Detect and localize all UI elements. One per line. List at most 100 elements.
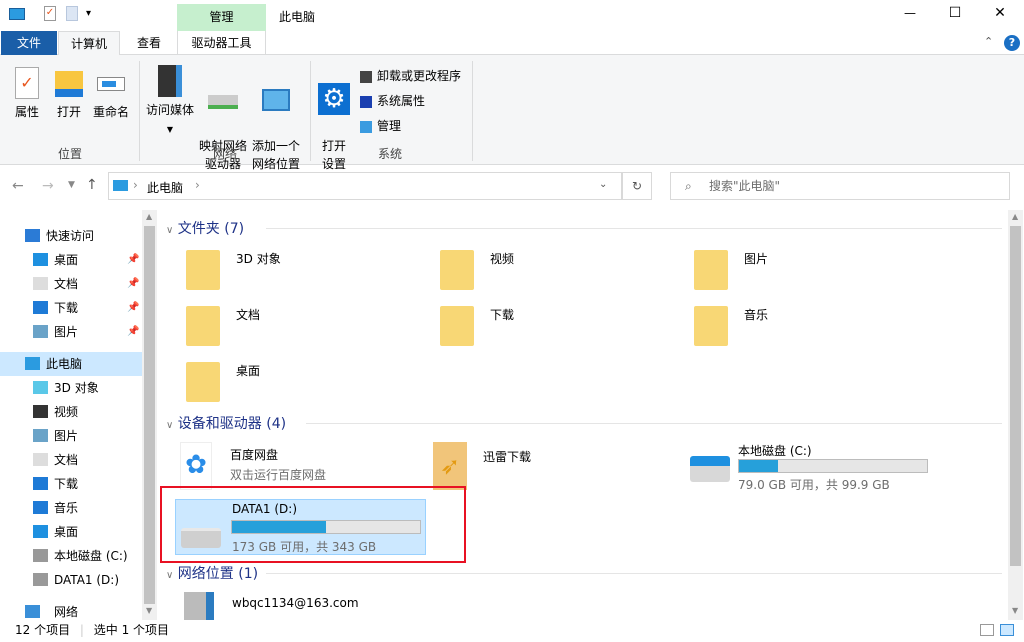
sidebar-item[interactable]: 本地磁盘 (C:)	[0, 544, 142, 568]
folder-item[interactable]: 下载	[440, 302, 680, 352]
scrollbar-thumb[interactable]	[144, 226, 155, 604]
tab-computer[interactable]: 计算机	[58, 31, 120, 56]
up-button[interactable]: ↑	[86, 177, 98, 193]
sidebar-item[interactable]: 桌面 📌	[0, 248, 142, 272]
device-baidu-netdisk[interactable]: ✿ 百度网盘 双击运行百度网盘	[180, 442, 430, 492]
sidebar-scrollbar[interactable]: ▲ ▼	[142, 210, 157, 620]
device-xunlei-download[interactable]: ➶ 迅雷下载	[433, 442, 683, 492]
pin-icon[interactable]: 📌	[127, 296, 139, 320]
sidebar-item-label: 快速访问	[46, 229, 95, 243]
new-folder-quick-icon[interactable]	[66, 6, 78, 21]
recent-locations-button[interactable]: ▼	[68, 180, 75, 190]
help-icon[interactable]: ?	[1004, 35, 1020, 51]
computer-icon	[9, 8, 25, 20]
pin-icon[interactable]: 📌	[127, 248, 139, 272]
network-icon	[25, 605, 40, 618]
status-bar: 12 个项目 | 选中 1 个项目	[0, 620, 1024, 642]
picture-icon	[33, 429, 48, 442]
access-media-button[interactable]: 访问媒体 ▼	[144, 65, 196, 139]
video-icon	[33, 405, 48, 418]
desktop-icon	[33, 525, 48, 538]
folder-item[interactable]: 桌面	[186, 358, 426, 408]
sidebar-item[interactable]: 此电脑	[0, 352, 142, 376]
sidebar-item[interactable]: 下载	[0, 472, 142, 496]
properties-button[interactable]: ✓ 属性	[8, 67, 46, 121]
folder-name: 音乐	[744, 308, 769, 322]
scrollbar-thumb[interactable]	[1010, 226, 1021, 566]
sidebar-item-label: DATA1 (D:)	[54, 573, 120, 587]
open-button[interactable]: 打开	[50, 67, 88, 121]
folder-item[interactable]: 文档	[186, 302, 426, 352]
address-bar[interactable]: › 此电脑 › ⌄	[108, 172, 622, 200]
folder-icon	[694, 250, 728, 290]
large-icons-view-button[interactable]	[1000, 624, 1014, 636]
details-view-button[interactable]	[980, 624, 994, 636]
settings-gear-icon: ⚙	[318, 83, 350, 115]
rename-button[interactable]: 重命名	[90, 67, 132, 121]
sidebar-item[interactable]: 3D 对象	[0, 376, 142, 400]
section-header-network[interactable]: ∨ 网络位置 (1)	[166, 563, 1002, 583]
folder-icon	[440, 250, 474, 290]
highlight-box	[160, 486, 466, 563]
system-properties-button[interactable]: 系统属性	[360, 92, 425, 109]
tab-file[interactable]: 文件	[1, 31, 57, 55]
address-dropdown-icon[interactable]: ⌄	[599, 179, 607, 190]
pin-icon[interactable]: 📌	[127, 320, 139, 344]
folder-item[interactable]: 3D 对象	[186, 246, 426, 296]
folder-name: 3D 对象	[236, 252, 281, 266]
section-header-devices[interactable]: ∨ 设备和驱动器 (4)	[166, 413, 1002, 433]
sidebar-item[interactable]: 文档	[0, 448, 142, 472]
minimize-button[interactable]: —	[895, 6, 925, 20]
folder-item[interactable]: 音乐	[694, 302, 934, 352]
sidebar-item-label: 音乐	[54, 501, 79, 515]
baidu-netdisk-icon: ✿	[180, 442, 212, 490]
properties-quick-icon[interactable]: ✓	[44, 6, 56, 21]
sidebar-item[interactable]: 图片 📌	[0, 320, 142, 344]
sidebar-item[interactable]: 下载 📌	[0, 296, 142, 320]
uninstall-program-button[interactable]: 卸载或更改程序	[360, 67, 461, 84]
picture-icon	[33, 325, 48, 338]
collapse-ribbon-icon[interactable]: ⌃	[984, 35, 993, 48]
section-header-folders[interactable]: ∨ 文件夹 (7)	[166, 218, 1002, 238]
sidebar-item[interactable]: 快速访问	[0, 224, 142, 248]
content-scrollbar[interactable]: ▲ ▼	[1008, 210, 1023, 620]
forward-button[interactable]: →	[42, 178, 54, 194]
manage-icon	[360, 120, 372, 133]
sidebar-item[interactable]: 音乐	[0, 496, 142, 520]
back-button[interactable]: ←	[12, 178, 24, 194]
context-tab-manage[interactable]: 管理	[177, 4, 266, 31]
sidebar-item-label: 图片	[54, 429, 79, 443]
tab-view[interactable]: 查看	[122, 31, 176, 55]
sidebar-item[interactable]: 桌面	[0, 520, 142, 544]
sidebar-item[interactable]: 图片	[0, 424, 142, 448]
breadcrumb-this-pc[interactable]: 此电脑	[147, 179, 183, 196]
drive-c-usage-bar	[738, 459, 928, 473]
drive-c[interactable]: 本地磁盘 (C:) 79.0 GB 可用，共 99.9 GB	[688, 442, 938, 492]
refresh-button[interactable]: ↻	[622, 172, 652, 200]
open-settings-button[interactable]: ⚙ 打开 设置	[316, 65, 352, 173]
add-network-location-button[interactable]: 添加一个 网络位置	[250, 65, 302, 173]
close-button[interactable]: ✕	[985, 5, 1015, 21]
folder-open-icon	[55, 71, 83, 97]
sidebar-item[interactable]: 视频	[0, 400, 142, 424]
window-title: 此电脑	[279, 10, 316, 24]
pin-icon[interactable]: 📌	[127, 272, 139, 296]
customize-toolbar-icon[interactable]: ▾	[86, 8, 91, 19]
sidebar-item[interactable]: 文档 📌	[0, 272, 142, 296]
title-bar: ✓ ▾ 管理 此电脑 — ☐ ✕	[0, 0, 1024, 31]
search-input[interactable]: ⌕ 搜索"此电脑"	[670, 172, 1010, 200]
media-server-icon	[184, 592, 214, 620]
folder-item[interactable]: 图片	[694, 246, 934, 296]
tab-drive-tools[interactable]: 驱动器工具	[177, 31, 266, 55]
maximize-button[interactable]: ☐	[940, 5, 970, 21]
3d-icon	[33, 381, 48, 394]
manage-button[interactable]: 管理	[360, 117, 401, 134]
music-icon	[33, 501, 48, 514]
group-location-label: 位置	[57, 147, 82, 161]
sidebar-item[interactable]: DATA1 (D:)	[0, 568, 142, 592]
search-icon: ⌕	[685, 179, 692, 193]
windows-drive-icon	[690, 456, 730, 482]
network-location-icon	[262, 89, 290, 111]
folder-item[interactable]: 视频	[440, 246, 680, 296]
network-location-item[interactable]: wbqc1134@163.com	[184, 588, 484, 620]
